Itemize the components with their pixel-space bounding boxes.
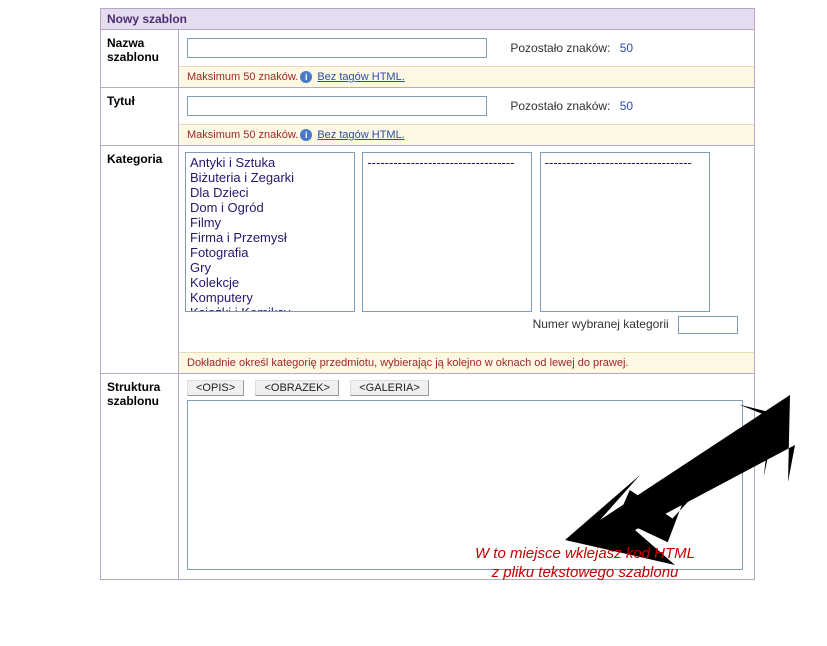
structure-label: Struktura szablonu bbox=[101, 374, 179, 580]
category-option[interactable]: Książki i Komiksy bbox=[188, 305, 352, 312]
template-form-table: Nowy szablon Nazwa szablonu Pozostało zn… bbox=[100, 8, 755, 580]
title-counter-label: Pozostało znaków: 50 bbox=[510, 99, 633, 113]
name-counter-value: 50 bbox=[620, 41, 633, 55]
title-hint: Maksimum 50 znaków.i Bez tagów HTML. bbox=[179, 124, 754, 145]
info-icon: i bbox=[300, 71, 312, 83]
title-input[interactable] bbox=[187, 96, 487, 116]
category-placeholder-option[interactable]: ---------------------------------- bbox=[543, 155, 707, 170]
title-counter-value: 50 bbox=[620, 99, 633, 113]
category-option[interactable]: Fotografia bbox=[188, 245, 352, 260]
category-option[interactable]: Biżuteria i Zegarki bbox=[188, 170, 352, 185]
category-option[interactable]: Dom i Ogród bbox=[188, 200, 352, 215]
category-select-1[interactable]: Antyki i SztukaBiżuteria i ZegarkiDla Dz… bbox=[185, 152, 355, 312]
category-select-2[interactable]: ---------------------------------- bbox=[362, 152, 532, 312]
category-option[interactable]: Gry bbox=[188, 260, 352, 275]
category-option[interactable]: Komputery bbox=[188, 290, 352, 305]
category-option[interactable]: Kolekcje bbox=[188, 275, 352, 290]
name-hint-link[interactable]: Bez tagów HTML. bbox=[317, 71, 404, 83]
obrazek-button[interactable]: <OBRAZEK> bbox=[255, 380, 338, 396]
category-hint: Dokładnie określ kategorię przedmiotu, w… bbox=[179, 352, 754, 373]
title-hint-link[interactable]: Bez tagów HTML. bbox=[317, 129, 404, 141]
name-counter-label: Pozostało znaków: 50 bbox=[510, 41, 633, 55]
structure-textarea[interactable] bbox=[187, 400, 743, 570]
info-icon: i bbox=[300, 129, 312, 141]
category-select-3[interactable]: ---------------------------------- bbox=[540, 152, 710, 312]
form-header: Nowy szablon bbox=[101, 9, 755, 30]
name-input[interactable] bbox=[187, 38, 487, 58]
name-label: Nazwa szablonu bbox=[101, 30, 179, 88]
name-hint: Maksimum 50 znaków.i Bez tagów HTML. bbox=[179, 66, 754, 87]
category-option[interactable]: Dla Dzieci bbox=[188, 185, 352, 200]
opis-button[interactable]: <OPIS> bbox=[187, 380, 244, 396]
category-option[interactable]: Firma i Przemysł bbox=[188, 230, 352, 245]
category-num-input[interactable] bbox=[678, 316, 738, 334]
category-option[interactable]: Filmy bbox=[188, 215, 352, 230]
title-label: Tytuł bbox=[101, 88, 179, 146]
galeria-button[interactable]: <GALERIA> bbox=[350, 380, 429, 396]
category-num-label: Numer wybranej kategorii bbox=[533, 317, 669, 331]
category-label: Kategoria bbox=[101, 146, 179, 374]
category-placeholder-option[interactable]: ---------------------------------- bbox=[365, 155, 529, 170]
category-option[interactable]: Antyki i Sztuka bbox=[188, 155, 352, 170]
